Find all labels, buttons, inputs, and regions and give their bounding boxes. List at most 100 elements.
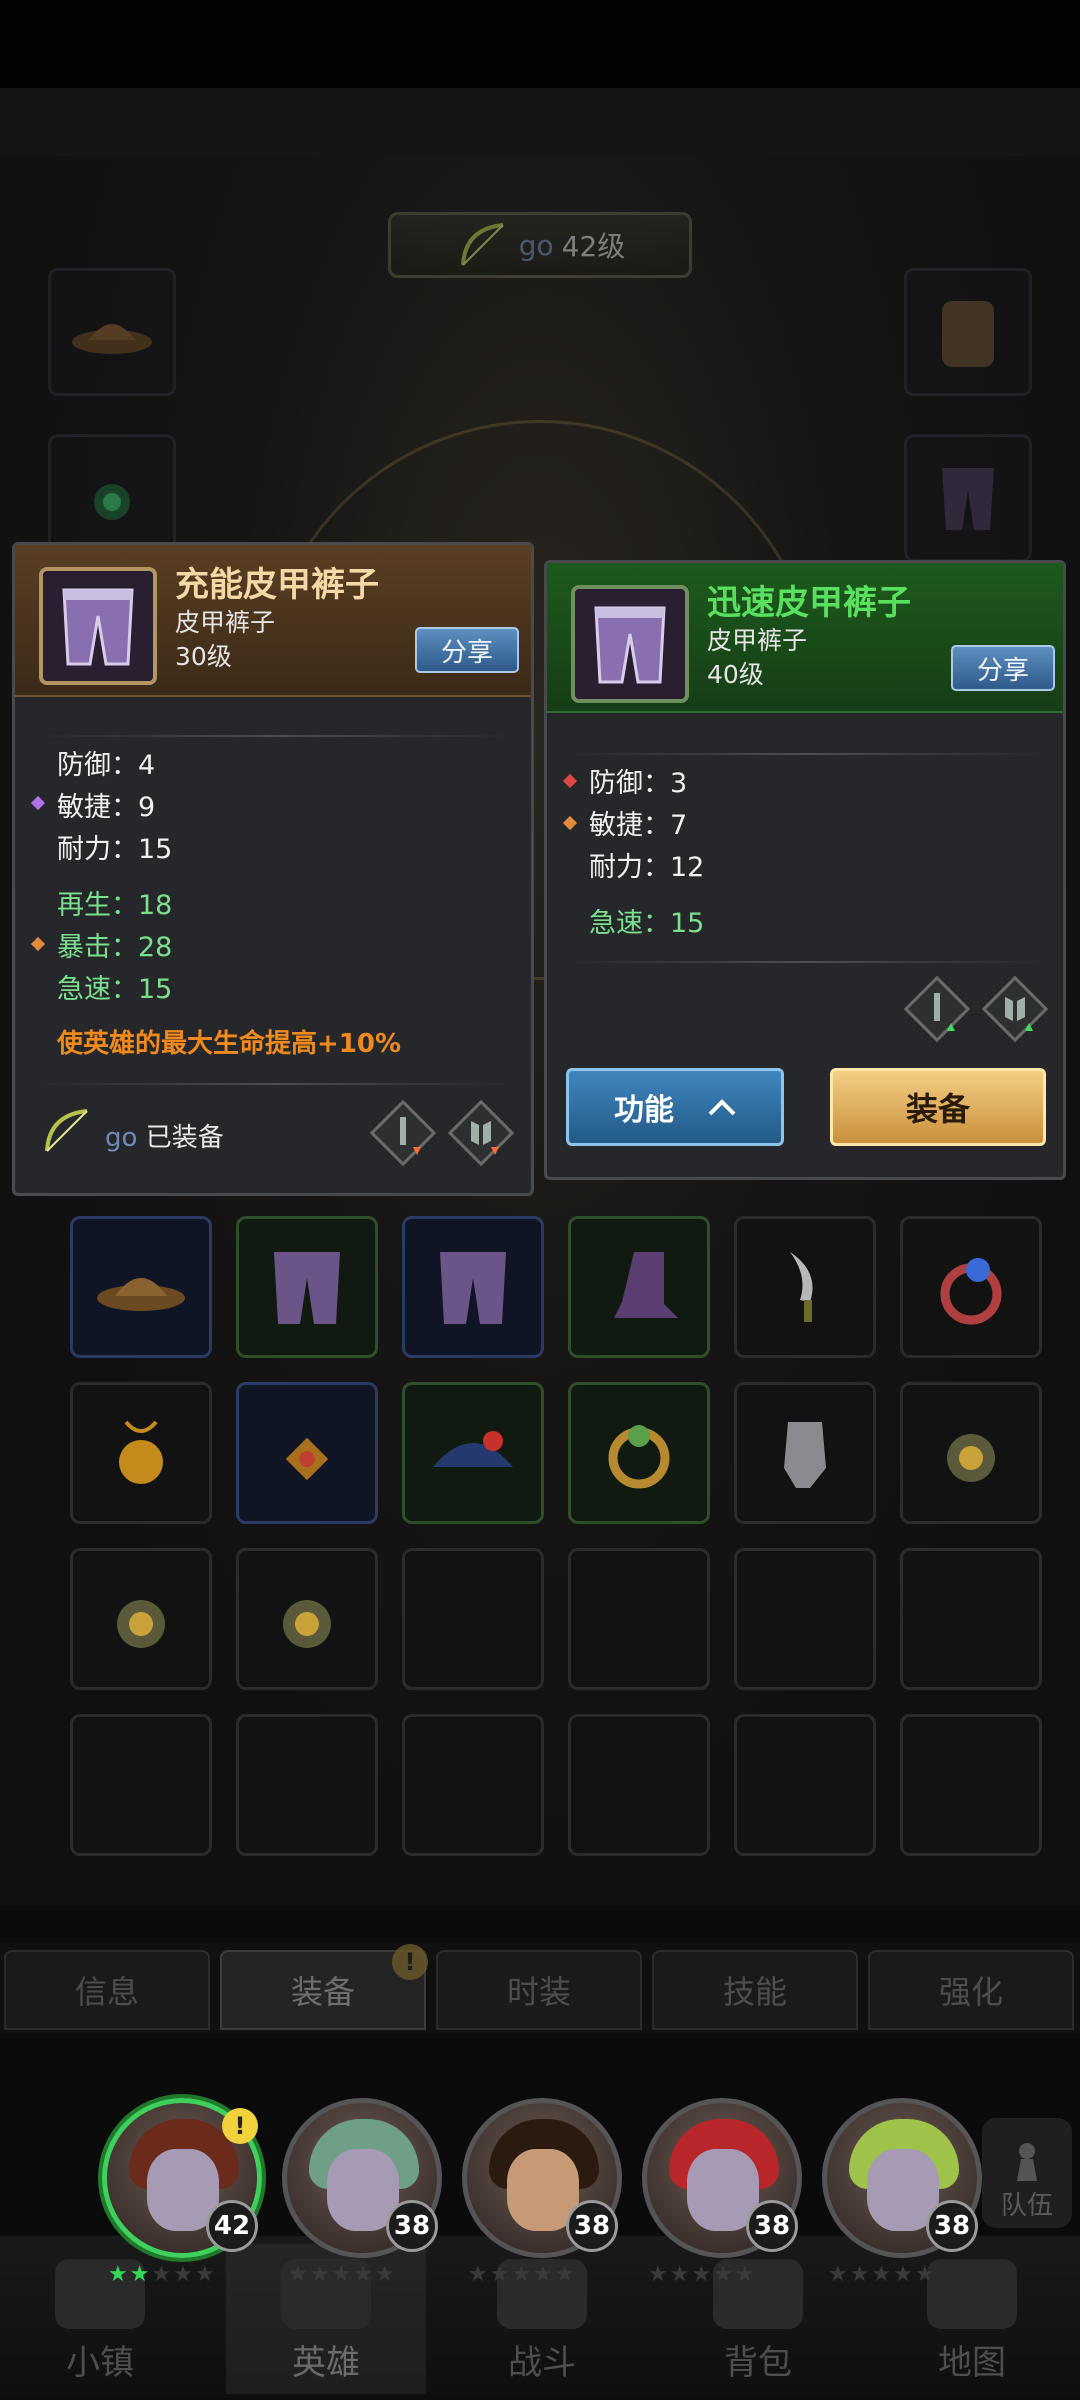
- amulet-icon: [283, 1600, 331, 1648]
- inventory-slot[interactable]: [402, 1382, 544, 1524]
- purple-gem-marker: [30, 795, 46, 811]
- inventory-slot[interactable]: [70, 1382, 212, 1524]
- inventory-slot[interactable]: [70, 1548, 212, 1690]
- inventory-slot-empty[interactable]: [734, 1548, 876, 1690]
- hero-stars: ★★★★★: [648, 2262, 757, 2287]
- new-stat-stamina: 耐力：12: [589, 852, 705, 883]
- tab-info[interactable]: 信息: [4, 1950, 210, 2030]
- inventory-slot[interactable]: [236, 1548, 378, 1690]
- map-icon: [927, 2259, 1017, 2329]
- function-button-label: 功能: [614, 1093, 674, 1128]
- current-stat-defense: 防御：4: [57, 750, 156, 781]
- inventory-slot-empty[interactable]: [900, 1714, 1042, 1856]
- nav-heroes-label: 英雄: [292, 2343, 360, 2383]
- hero-name: go: [518, 228, 554, 262]
- current-share-button[interactable]: 分享: [415, 627, 519, 673]
- current-stat-agility: 敏捷：9: [57, 792, 156, 823]
- team-button[interactable]: 队伍: [982, 2118, 1072, 2228]
- hero-alert-icon: !: [222, 2108, 258, 2144]
- inventory-slot[interactable]: [402, 1216, 544, 1358]
- amulet-icon: [947, 1434, 995, 1482]
- gauntlet-icon: [784, 1422, 826, 1488]
- inventory-slot-empty[interactable]: [70, 1714, 212, 1856]
- inventory-slot[interactable]: [900, 1216, 1042, 1358]
- hero-stars: ★★★★★: [828, 2262, 937, 2287]
- tab-fashion[interactable]: 时装: [436, 1950, 642, 2030]
- inventory-slot-empty[interactable]: [568, 1548, 710, 1690]
- hat-icon: [433, 1431, 513, 1467]
- inventory-slot-empty[interactable]: [402, 1548, 544, 1690]
- ring-icon: [940, 1258, 1002, 1325]
- new-stat-haste: 急速：15: [589, 908, 705, 939]
- pants-icon: [274, 1252, 340, 1324]
- new-item-name: 迅速皮甲裤子: [707, 583, 911, 623]
- current-stat-haste: 急速：15: [57, 974, 173, 1005]
- current-stat-crit: 暴击：28: [57, 932, 173, 963]
- nav-town-label: 小镇: [66, 2343, 134, 2383]
- new-item-level: 40级: [707, 660, 764, 689]
- new-item-icon-frame: [571, 585, 689, 703]
- inventory-slot[interactable]: [734, 1216, 876, 1358]
- tab-enhance[interactable]: 强化: [868, 1950, 1074, 2030]
- inventory-slot-empty[interactable]: [402, 1714, 544, 1856]
- hero-level: 42级: [561, 230, 626, 263]
- inventory-slot[interactable]: [568, 1216, 710, 1358]
- new-share-button[interactable]: 分享: [951, 645, 1055, 691]
- inventory-slot[interactable]: [70, 1216, 212, 1358]
- current-item-effect: 使英雄的最大生命提高+10%: [57, 1029, 402, 1059]
- pants-icon: [942, 468, 994, 530]
- inventory-slot[interactable]: [568, 1382, 710, 1524]
- pants-icon: [594, 606, 666, 684]
- inventory-slot[interactable]: [236, 1382, 378, 1524]
- weapon-compare-down-icon: [369, 1099, 437, 1167]
- inventory-slot[interactable]: [900, 1382, 1042, 1524]
- current-stat-regen: 再生：18: [57, 890, 173, 921]
- dagger-icon: [790, 1252, 813, 1322]
- nav-backpack-label: 背包: [724, 2343, 792, 2383]
- orange-gem-marker: [30, 936, 46, 952]
- slot-armor[interactable]: [904, 268, 1032, 396]
- current-item-level: 30级: [175, 642, 232, 671]
- inventory-slot[interactable]: [734, 1382, 876, 1524]
- amulet-icon: [117, 1600, 165, 1648]
- slot-hat[interactable]: [48, 268, 176, 396]
- hero-level-banner: go 42级: [388, 212, 692, 278]
- hat-icon: [97, 1278, 185, 1311]
- hero-stars: ★★★★★: [468, 2262, 577, 2287]
- hero-level-badge: 38: [566, 2200, 618, 2252]
- current-stat-stamina: 耐力：15: [57, 834, 173, 865]
- nav-battle-label: 战斗: [508, 2343, 576, 2383]
- new-stat-defense: 防御：3: [589, 768, 688, 799]
- chess-piece-icon: [1017, 2143, 1037, 2181]
- weapon-compare-up-icon: [903, 975, 971, 1043]
- orange-gem-marker: [562, 815, 578, 831]
- chevron-up-icon: [708, 1099, 736, 1116]
- equipped-hero-name: go: [105, 1123, 138, 1153]
- equip-button[interactable]: 装备: [830, 1068, 1046, 1146]
- hero-stars: ★★★★★: [108, 2262, 217, 2287]
- current-item-name: 充能皮甲裤子: [175, 565, 379, 605]
- armor-icon: [942, 301, 994, 367]
- new-item-type: 皮甲裤子: [707, 626, 808, 655]
- boots-icon: [614, 1252, 678, 1318]
- team-label: 队伍: [1000, 2191, 1053, 2221]
- inventory-slot-empty[interactable]: [900, 1548, 1042, 1690]
- pants-icon: [440, 1252, 506, 1324]
- new-stat-agility: 敏捷：7: [589, 810, 688, 841]
- hero-stars: ★★★★★: [288, 2262, 397, 2287]
- function-button[interactable]: 功能: [566, 1068, 784, 1146]
- inventory-slot-empty[interactable]: [568, 1714, 710, 1856]
- tab-skills[interactable]: 技能: [652, 1950, 858, 2030]
- hero-level-badge: 38: [386, 2200, 438, 2252]
- armor-compare-up-icon: [981, 975, 1049, 1043]
- slot-pants[interactable]: [904, 434, 1032, 562]
- hero-level-badge: 38: [746, 2200, 798, 2252]
- current-item-type: 皮甲裤子: [175, 608, 276, 637]
- inventory-slot[interactable]: [236, 1216, 378, 1358]
- header-strip: [0, 88, 1080, 156]
- inventory-slot-empty[interactable]: [734, 1714, 876, 1856]
- red-gem-marker: [562, 773, 578, 789]
- alert-badge-icon: !: [392, 1944, 428, 1980]
- nav-map-label: 地图: [938, 2343, 1006, 2383]
- inventory-slot-empty[interactable]: [236, 1714, 378, 1856]
